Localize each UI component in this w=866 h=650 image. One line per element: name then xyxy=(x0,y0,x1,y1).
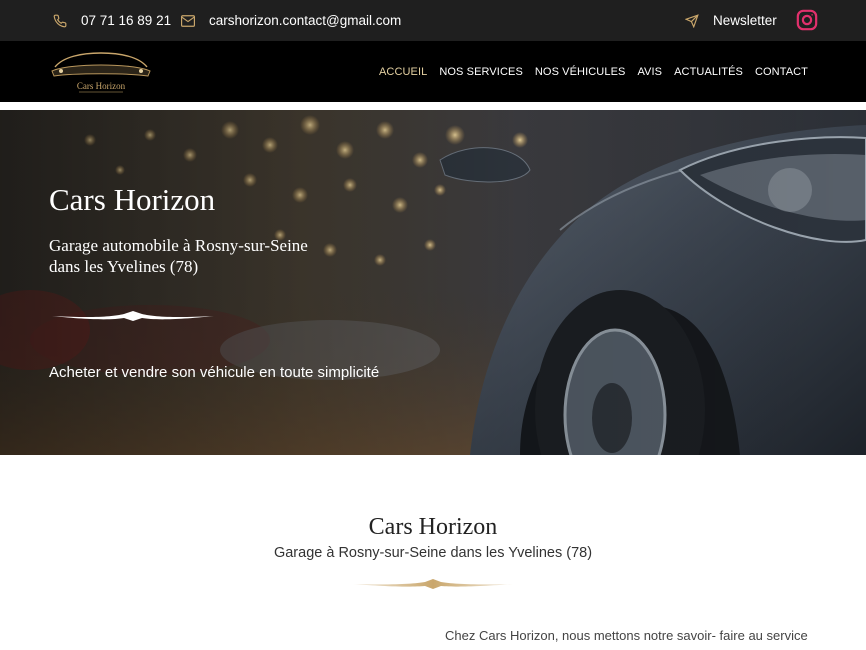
gold-divider-ornament xyxy=(353,579,513,589)
nav-item-actualites[interactable]: ACTUALITÉS xyxy=(674,66,743,78)
hero-banner: Cars Horizon Garage automobile à Rosny-s… xyxy=(0,110,866,455)
hero-tagline: Acheter et vendre son véhicule en toute … xyxy=(49,364,380,381)
logo-text: Cars Horizon xyxy=(77,81,126,91)
nav-item-contact[interactable]: CONTACT xyxy=(755,66,808,78)
nav-menu: ACCUEIL NOS SERVICES NOS VÉHICULES AVIS … xyxy=(379,41,808,102)
nav-item-services[interactable]: NOS SERVICES xyxy=(439,66,523,78)
hero-subtitle: Garage automobile à Rosny-sur-Seine dans… xyxy=(49,236,308,276)
hero-background-image xyxy=(0,110,866,455)
main-navigation: Cars Horizon ACCUEIL NOS SERVICES NOS VÉ… xyxy=(0,41,866,102)
phone-icon xyxy=(52,13,68,29)
top-contact-bar: 07 71 16 89 21 carshorizon.contact@gmail… xyxy=(0,0,866,41)
phone-number: 07 71 16 89 21 xyxy=(81,13,172,28)
instagram-icon[interactable] xyxy=(796,9,818,31)
nav-item-avis[interactable]: AVIS xyxy=(637,66,662,78)
hero-divider-ornament xyxy=(52,311,214,321)
email-contact[interactable]: carshorizon.contact@gmail.com xyxy=(180,0,401,41)
email-address: carshorizon.contact@gmail.com xyxy=(209,13,402,28)
newsletter-label: Newsletter xyxy=(713,13,777,28)
section-title: Cars Horizon xyxy=(368,514,498,540)
paper-plane-icon xyxy=(684,13,700,29)
section-subtitle: Garage à Rosny-sur-Seine dans les Yvelin… xyxy=(273,545,593,561)
mail-icon xyxy=(180,13,196,29)
intro-paragraph: Chez Cars Horizon, nous mettons notre sa… xyxy=(445,628,808,643)
phone-contact[interactable]: 07 71 16 89 21 xyxy=(52,0,171,41)
nav-item-accueil[interactable]: ACCUEIL xyxy=(379,66,427,78)
hero-title: Cars Horizon xyxy=(49,182,216,217)
nav-item-vehicules[interactable]: NOS VÉHICULES xyxy=(535,66,626,78)
site-logo[interactable]: Cars Horizon xyxy=(49,45,153,97)
newsletter-link[interactable]: Newsletter xyxy=(684,0,777,41)
